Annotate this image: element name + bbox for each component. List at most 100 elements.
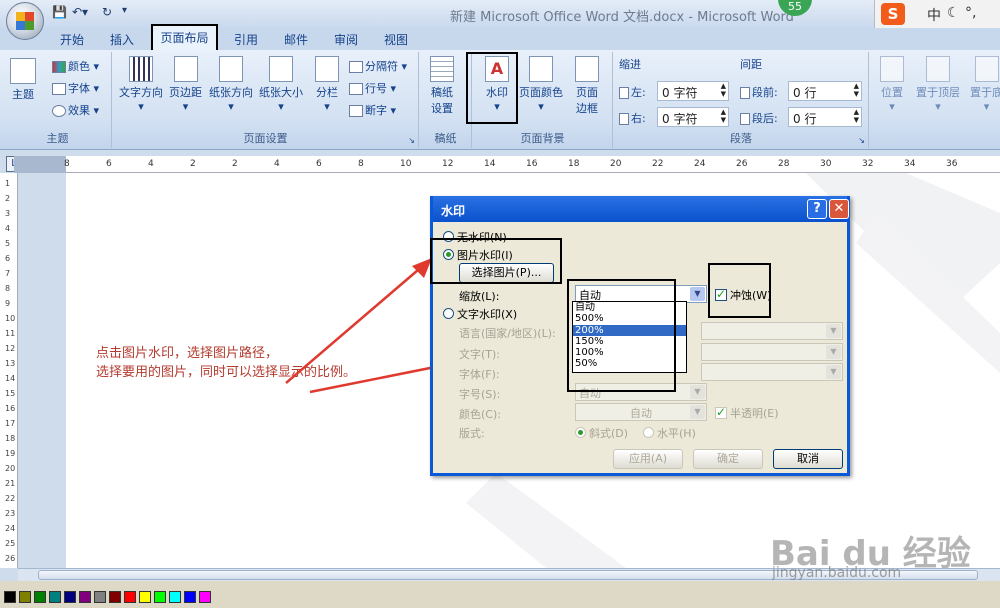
- position-label: 位置: [881, 86, 903, 99]
- ruler-tick-label: 16: [526, 159, 538, 169]
- color-swatch[interactable]: [109, 591, 121, 603]
- ruler-tick-label: 2: [190, 159, 196, 169]
- cancel-button[interactable]: 取消: [773, 449, 843, 469]
- text-direction-button[interactable]: 文字方向 ▾: [119, 56, 163, 113]
- color-swatch[interactable]: [139, 591, 151, 603]
- fonts-button[interactable]: 字体 ▾: [52, 80, 99, 96]
- redo-icon[interactable]: ↻: [102, 5, 112, 21]
- spinner-icon[interactable]: ▲ ▼: [854, 82, 859, 98]
- vruler-tick-label: 24: [5, 524, 16, 533]
- punctuation-icon[interactable]: °,: [965, 5, 976, 21]
- color-swatch[interactable]: [79, 591, 91, 603]
- save-icon[interactable]: 💾: [52, 5, 67, 21]
- hyphenation-button[interactable]: 断字 ▾: [349, 102, 396, 118]
- page-borders-button[interactable]: 页面 边框: [575, 56, 599, 116]
- spinner-icon[interactable]: ▲ ▼: [854, 108, 859, 124]
- size-icon: [269, 56, 293, 82]
- paragraph-group: 缩进 左: 0 字符 ▲ ▼ 右: 0 字符 ▲ ▼ 间距 段前: 0 行 ▲ ▼ 段后: …: [614, 52, 869, 148]
- horizontal-ruler[interactable]: 8 6 4 2 2 4 6 8 10 12 14 16 18 20 22 24 26 28 30 32 34 36: [14, 156, 1000, 173]
- spinner-icon[interactable]: ▲ ▼: [721, 82, 726, 98]
- tab-references[interactable]: 引用: [234, 31, 258, 48]
- office-button[interactable]: [6, 2, 44, 40]
- bring-to-front-icon: [926, 56, 950, 82]
- themes-button[interactable]: 主题: [10, 58, 36, 102]
- chevron-down-icon[interactable]: ▼: [690, 287, 705, 301]
- page-color-button[interactable]: 页面颜色 ▾: [519, 56, 563, 113]
- ruler-tick-label: 18: [568, 159, 580, 169]
- color-swatch[interactable]: [184, 591, 196, 603]
- spacing-before-input[interactable]: 0 行 ▲ ▼: [788, 81, 862, 101]
- tab-insert[interactable]: 插入: [110, 31, 134, 48]
- size-label: 纸张大小: [259, 86, 303, 99]
- close-button[interactable]: ✕: [829, 199, 849, 219]
- baidu-watermark-url: jingyan.baidu.com: [772, 565, 902, 581]
- indent-heading: 缩进: [619, 58, 641, 71]
- color-swatch[interactable]: [199, 591, 211, 603]
- undo-icon[interactable]: ↶▾: [72, 5, 88, 21]
- color-swatch[interactable]: [169, 591, 181, 603]
- scale-highlight: [567, 279, 676, 392]
- ruler-tick-label: 4: [148, 159, 154, 169]
- color-swatch[interactable]: [34, 591, 46, 603]
- columns-button[interactable]: 分栏 ▾: [315, 56, 339, 113]
- color-swatch[interactable]: [94, 591, 106, 603]
- color-swatch[interactable]: [49, 591, 61, 603]
- fonts-label: 字体: [68, 82, 90, 95]
- line-numbers-button[interactable]: 行号 ▾: [349, 80, 396, 96]
- effects-button[interactable]: 效果 ▾: [52, 102, 99, 118]
- breaks-button[interactable]: 分隔符 ▾: [349, 58, 407, 74]
- ruler-tick-label: 28: [778, 159, 790, 169]
- moon-icon[interactable]: ☾: [947, 5, 960, 21]
- indent-left-value: 0 字符: [662, 86, 698, 100]
- colors-icon: [52, 61, 66, 73]
- vruler-tick-label: 13: [5, 359, 16, 368]
- effects-label: 效果: [68, 104, 90, 117]
- color-swatch[interactable]: [154, 591, 166, 603]
- indent-right-input[interactable]: 0 字符 ▲ ▼: [657, 107, 729, 127]
- ruler-tick-label: 30: [820, 159, 832, 169]
- ruler-margin-left: [14, 156, 66, 173]
- tab-review[interactable]: 审阅: [334, 31, 358, 48]
- vruler-tick-label: 25: [5, 539, 16, 548]
- dialog-launcher-icon[interactable]: ↘: [858, 136, 865, 145]
- indent-right-value: 0 字符: [662, 112, 698, 126]
- breaks-label: 分隔符: [365, 60, 398, 73]
- color-swatch[interactable]: [4, 591, 16, 603]
- layout-label: 版式:: [459, 427, 485, 440]
- tab-home[interactable]: 开始: [60, 31, 84, 48]
- dialog-launcher-icon[interactable]: ↘: [408, 136, 415, 145]
- chevron-down-icon: ▼: [690, 405, 705, 419]
- line-numbers-icon: [349, 83, 363, 95]
- tab-view[interactable]: 视图: [384, 31, 408, 48]
- customize-toolbar-icon[interactable]: ▾: [122, 5, 127, 21]
- color-palette-bar: [0, 581, 1000, 608]
- spacing-after-value: 0 行: [793, 112, 817, 126]
- margins-icon: [173, 56, 198, 82]
- tab-mailings[interactable]: 邮件: [284, 31, 308, 48]
- vertical-ruler[interactable]: 1 2 3 4 5 6 7 8 9 10 11 12 13 14 15 16 17 18 19 20 21 22 23 24 2…: [0, 173, 18, 568]
- color-label: 颜色(C):: [459, 408, 501, 421]
- colors-button[interactable]: 颜色 ▾: [52, 58, 99, 74]
- text-watermark-label: 文字水印(X): [457, 308, 518, 321]
- orientation-button[interactable]: 纸张方向 ▾: [209, 56, 253, 113]
- language-select: ▼: [701, 322, 843, 340]
- size-button[interactable]: 纸张大小 ▾: [259, 56, 303, 113]
- text-watermark-option[interactable]: 文字水印(X): [443, 306, 517, 322]
- tab-page-layout[interactable]: 页面布局: [151, 24, 218, 52]
- chevron-down-icon: ▼: [826, 324, 841, 338]
- draft-settings-button[interactable]: 稿纸 设置: [430, 56, 454, 116]
- spinner-icon[interactable]: ▲ ▼: [721, 108, 726, 124]
- color-swatch[interactable]: [19, 591, 31, 603]
- color-swatch[interactable]: [64, 591, 76, 603]
- vruler-tick-label: 1: [5, 179, 11, 188]
- sogou-ime-icon[interactable]: S: [881, 3, 905, 25]
- ruler-tick-label: 12: [442, 159, 454, 169]
- color-swatch[interactable]: [124, 591, 136, 603]
- ruler-tick-label: 14: [484, 159, 496, 169]
- breaks-icon: [349, 61, 363, 73]
- indent-left-input[interactable]: 0 字符 ▲ ▼: [657, 81, 729, 101]
- help-button[interactable]: ?: [807, 199, 827, 219]
- ime-mode[interactable]: 中: [927, 5, 941, 25]
- margins-button[interactable]: 页边距 ▾: [169, 56, 202, 113]
- spacing-after-input[interactable]: 0 行 ▲ ▼: [788, 107, 862, 127]
